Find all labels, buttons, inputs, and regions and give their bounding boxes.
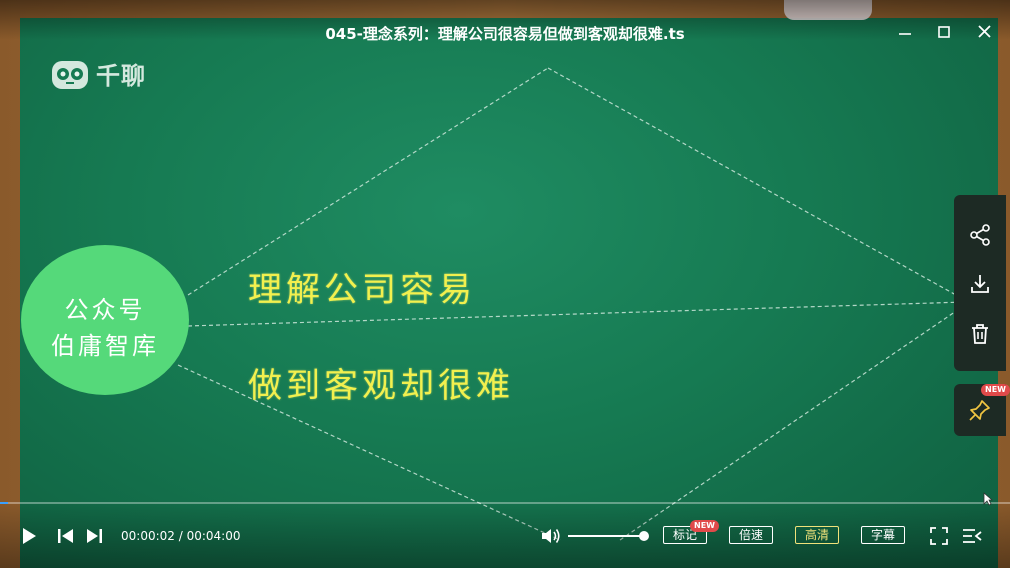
video-logo: 千聊 [50,56,146,91]
download-icon [971,275,989,293]
volume-icon [542,529,560,543]
side-action-panel [954,195,1006,371]
maximize-button[interactable] [931,22,955,44]
window-title: 045-理念系列：理解公司很容易但做到客观却很难.ts [325,25,685,43]
close-icon [978,25,991,38]
pin-icon [969,400,990,421]
playlist-icon [963,529,982,543]
playlist-button[interactable] [962,527,982,549]
next-button[interactable] [85,528,103,548]
volume-slider[interactable] [568,531,649,541]
previous-button[interactable] [57,528,75,548]
quality-button[interactable]: 高清 [795,526,839,544]
pin-new-badge: NEW [981,384,1010,396]
skip-previous-icon [58,529,73,543]
chalk-text-line-2: 做到客观却很难 [248,366,514,406]
progress-fill [0,502,9,504]
fullscreen-button[interactable] [930,527,948,549]
skip-next-icon [87,529,102,543]
time-display: 00:00:02 / 00:04:00 [121,529,240,543]
circle-line-2: 伯庸智库 [51,332,159,360]
volume-button[interactable] [540,526,562,550]
share-button[interactable] [968,223,992,247]
chalk-text-line-1: 理解公司容易 [248,270,476,310]
time-current: 00:00:02 [121,529,175,543]
play-icon [23,528,36,544]
speed-button[interactable]: 倍速 [729,526,773,544]
diagram-line-upper-right [547,67,966,301]
progress-bar[interactable] [0,502,1010,504]
minimize-icon [899,33,911,35]
diagram-line-upper-left [187,67,549,296]
volume-knob[interactable] [639,531,649,541]
circle-line-1: 公众号 [64,296,146,324]
subtitle-button[interactable]: 字幕 [861,526,905,544]
share-icon [970,224,990,246]
volume-fill [568,535,644,537]
pin-button[interactable] [968,398,992,422]
mouse-cursor-icon [983,491,994,510]
maximize-icon [938,26,950,38]
play-button[interactable] [20,527,38,549]
minimize-button[interactable] [893,22,917,44]
trash-icon [972,324,988,344]
download-button[interactable] [968,272,992,296]
delete-button[interactable] [968,322,992,346]
mark-new-badge: NEW [690,520,719,532]
fullscreen-icon [930,527,948,545]
logo-text: 千聊 [96,62,146,90]
close-button[interactable] [973,22,997,44]
owl-logo-icon [52,60,88,89]
time-separator: / [174,529,187,543]
time-total: 00:04:00 [186,529,241,543]
pin-panel: NEW [954,384,1010,436]
